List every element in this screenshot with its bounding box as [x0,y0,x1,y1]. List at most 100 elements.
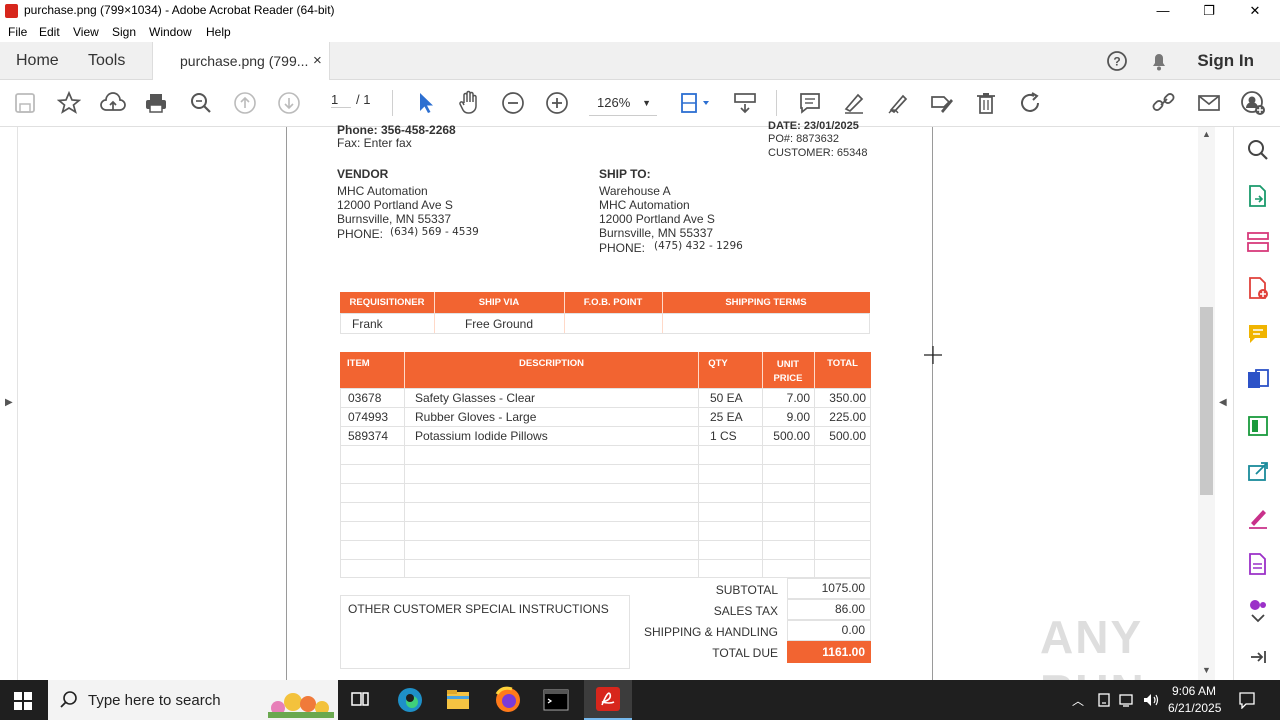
shipping-handling-label: SHIPPING & HANDLING [643,625,778,639]
zoom-out-icon[interactable] [500,90,526,116]
acrobat-taskbar-icon[interactable] [584,680,632,720]
main-toolbar: 1 / 1 126% ▼ [0,80,1280,127]
tab-home[interactable]: Home [16,42,59,80]
hand-tool-icon[interactable] [456,90,482,116]
clock-time[interactable]: 9:06 AM [1172,684,1216,698]
vendor-phone: (634) 569 - 4539 [390,226,479,238]
toolbar-divider [392,90,393,116]
close-window-button[interactable]: ✕ [1232,0,1278,22]
menu-file[interactable]: File [8,25,27,39]
page-fit-icon[interactable] [678,90,714,116]
item-description: Safety Glasses - Clear [415,391,536,405]
windows-start-icon[interactable] [14,692,32,710]
draw-sign-icon[interactable] [885,90,911,116]
organize-pages-icon[interactable] [1246,230,1270,254]
file-explorer-icon[interactable] [438,684,478,716]
expand-left-panel-icon[interactable]: ▶ [5,397,13,408]
header-requisitioner: REQUISITIONER [349,297,425,308]
more-tools-icon[interactable] [1246,596,1270,610]
scroll-up-icon[interactable]: ▲ [1202,129,1211,139]
network-device-icon[interactable] [1096,692,1112,713]
firefox-icon[interactable] [488,684,528,716]
edge-browser-icon[interactable] [390,684,430,716]
send-for-review-icon[interactable] [1246,460,1270,484]
vendor-heading: VENDOR [337,167,389,181]
email-envelope-icon[interactable] [1196,90,1222,116]
total-due-label: TOTAL DUE [712,646,778,660]
collapse-tools-icon[interactable] [1246,645,1270,669]
collapse-right-panel-icon[interactable]: ◀ [1219,397,1227,408]
action-center-icon[interactable] [1238,691,1256,714]
create-pdf-icon[interactable] [1246,276,1270,300]
scrollbar-thumb[interactable] [1200,307,1213,495]
menu-edit[interactable]: Edit [39,25,60,39]
next-page-icon[interactable] [276,90,302,116]
bookmark-star-icon[interactable] [56,90,82,116]
tab-tools[interactable]: Tools [88,42,125,80]
clock-date[interactable]: 6/21/2025 [1168,701,1221,715]
select-cursor-icon[interactable] [412,90,438,116]
add-user-icon[interactable] [1240,90,1266,116]
menu-bar: File Edit View Sign Window Help [0,22,1280,42]
windows-taskbar: Type here to search ︿ 9:06 AM 6/21/2025 [0,680,1280,720]
share-link-icon[interactable] [1151,90,1177,116]
item-unit-price: 500.00 [773,429,810,443]
ship-to-line: Burnsville, MN 55337 [599,226,714,240]
maximize-button[interactable]: ❐ [1186,0,1232,22]
item-qty: 50 EA [710,391,743,405]
search-zoom-icon[interactable] [188,90,214,116]
notification-bell-icon[interactable] [1146,48,1172,74]
title-bar: purchase.png (799×1034) - Adobe Acrobat … [0,0,1280,22]
network-icon[interactable] [1118,692,1136,713]
save-icon[interactable] [12,90,38,116]
menu-sign[interactable]: Sign [112,25,136,39]
task-view-icon[interactable] [340,684,380,716]
zoom-level-select[interactable]: 126% ▼ [589,92,657,116]
item-qty: 25 EA [710,410,743,424]
fill-and-sign-icon[interactable] [1246,506,1270,530]
export-pdf-icon[interactable] [1246,184,1270,208]
fill-sign-icon[interactable] [929,90,955,116]
item-code: 589374 [348,429,389,443]
table-divider [404,352,405,388]
menu-window[interactable]: Window [149,25,192,39]
ship-to-line: 12000 Portland Ave S [599,212,715,226]
tray-chevron-up-icon[interactable]: ︿ [1072,692,1084,709]
scroll-mode-icon[interactable] [732,90,758,116]
menu-help[interactable]: Help [206,25,231,39]
tab-document[interactable]: purchase.png (799... × [152,42,330,81]
chevron-down-icon[interactable] [1246,611,1270,627]
minimize-button[interactable]: — [1140,0,1186,22]
edit-pdf-icon[interactable] [1246,414,1270,438]
left-panel-collapsed[interactable]: ▶ [0,127,18,680]
document-view[interactable]: ▶ Phone: 356-458-2268 Fax: Enter fax DAT… [0,120,1233,717]
ship-to-phone: (475) 432 - 1296 [654,240,743,252]
print-icon[interactable] [143,90,169,116]
highlight-pen-icon[interactable] [841,90,867,116]
help-icon[interactable]: ? [1104,48,1130,74]
shipping-handling-value: 0.00 [841,623,865,637]
tab-close-button[interactable]: × [313,42,322,80]
comment-tool-icon[interactable] [1246,322,1270,346]
rotate-icon[interactable] [1017,90,1043,116]
comment-icon[interactable] [797,90,823,116]
sign-in-button[interactable]: Sign In [1197,51,1254,71]
delete-trash-icon[interactable] [973,90,999,116]
item-code: 074993 [348,410,389,424]
upload-cloud-icon[interactable] [100,90,126,116]
protect-document-icon[interactable] [1246,552,1270,576]
menu-view[interactable]: View [73,25,99,39]
sales-tax-label: SALES TAX [713,604,778,618]
table-row-line [340,445,871,446]
page-number-input[interactable]: 1 [331,92,351,108]
terminal-icon[interactable] [536,684,576,716]
volume-speaker-icon[interactable] [1142,692,1160,713]
combine-files-icon[interactable] [1246,368,1270,392]
previous-page-icon[interactable] [232,90,258,116]
acrobat-app-icon [5,4,18,18]
taskbar-search-box[interactable]: Type here to search [48,680,338,720]
search-icon[interactable] [1246,138,1270,162]
header-ship-via: SHIP VIA [478,297,520,308]
item-description: Potassium Iodide Pillows [415,429,548,443]
zoom-in-icon[interactable] [544,90,570,116]
